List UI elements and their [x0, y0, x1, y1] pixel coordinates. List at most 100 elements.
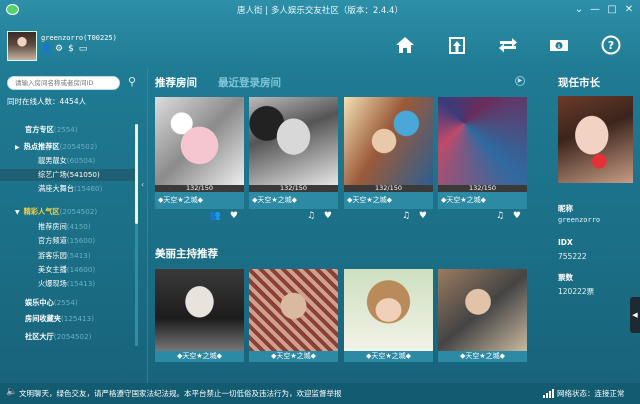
sidebar-item-count: (15600) — [66, 236, 96, 245]
sidebar-item[interactable]: 靓男靓女(60504) — [0, 155, 135, 167]
host-photo — [438, 269, 527, 351]
room-capacity: 132/150 — [438, 185, 527, 192]
host-name: ◆天空★之城◆ — [155, 351, 244, 362]
room-card[interactable]: 132/150 ◆天空★之城◆ ♫ ♥ — [438, 97, 527, 232]
username: greenzorro(T00225) — [41, 34, 117, 42]
sidebar-item[interactable]: 推荐房间(4150) — [0, 221, 135, 233]
menu-dropdown-icon[interactable]: ⌄ — [572, 4, 586, 16]
exit-room-icon[interactable] — [447, 35, 467, 55]
tab-recent-rooms[interactable]: 最近登录房间 — [218, 75, 281, 90]
sidebar-item-label: 满座大舞台 — [38, 184, 74, 193]
sidebar-item-count: (4150) — [66, 222, 91, 231]
sidebar-item[interactable]: ▼ 精彩人气区(2054502) — [0, 206, 135, 218]
host-card[interactable]: ◆天空★之城◆ — [344, 269, 433, 362]
sidebar-item-label: 官方专区 — [25, 125, 54, 134]
sidebar-item[interactable]: 美女主播(14600) — [0, 264, 135, 276]
sidebar-item-count: (5413) — [66, 251, 91, 260]
sidebar-item-count: (2054502) — [59, 142, 98, 151]
search-icon[interactable]: ⚲ — [128, 75, 140, 89]
host-photo — [344, 269, 433, 351]
sidebar-item[interactable]: 游客乐园(5413) — [0, 250, 135, 262]
tab-recommended-rooms[interactable]: 推荐房间 — [155, 75, 197, 90]
host-card[interactable]: ◆天空★之城◆ — [155, 269, 244, 362]
collapse-sidebar-icon[interactable]: ‹ — [141, 180, 149, 190]
idx-label: IDX — [558, 238, 573, 247]
room-status-icons: ♫ ♥ — [496, 211, 524, 221]
sidebar-item-label: 官方频道 — [38, 236, 67, 245]
help-icon[interactable]: ? — [601, 35, 621, 55]
room-thumbnail — [249, 97, 338, 185]
host-photo — [249, 269, 338, 351]
sidebar-divider — [147, 68, 148, 388]
sidebar-item-label: 推荐房间 — [38, 222, 67, 231]
host-photo — [155, 269, 244, 351]
sidebar-item-label: 靓男靓女 — [38, 156, 67, 165]
room-name: ◆天空★之城◆ — [344, 192, 433, 209]
svg-text:$: $ — [557, 44, 560, 50]
maximize-button[interactable]: □ — [605, 4, 619, 16]
room-capacity: 132/150 — [344, 185, 433, 192]
sidebar-item-label: 美女主播 — [38, 265, 67, 274]
sidebar-scroll-thumb[interactable] — [135, 124, 138, 224]
mayor-nickname: greenzorro — [558, 216, 601, 224]
sidebar-item-count: (14600) — [66, 265, 96, 274]
online-count: 同时在线人数：4454人 — [7, 97, 87, 106]
room-name: ◆天空★之城◆ — [438, 192, 527, 209]
settings-icon[interactable]: ⚙ — [54, 44, 64, 54]
sidebar-item[interactable]: 社区大厅(2054502) — [0, 331, 135, 343]
room-card[interactable]: 132/150 ◆天空★之城◆ 👥 ♥ — [155, 97, 244, 232]
sidebar-item-count: (60504) — [66, 156, 96, 165]
sidebar-item-label: 娱乐中心 — [25, 298, 54, 307]
minimize-button[interactable]: — — [588, 4, 602, 16]
user-icon[interactable]: 👤 — [41, 44, 52, 54]
sidebar-item[interactable]: 综艺广场(541050) — [0, 169, 135, 181]
sidebar-item-count: (541050) — [66, 170, 100, 179]
home-icon[interactable] — [395, 35, 415, 55]
room-status-icons: ♫ ♥ — [307, 211, 335, 221]
sidebar-item[interactable]: 房间收藏夹(125413) — [0, 313, 135, 325]
room-name: ◆天空★之城◆ — [155, 192, 244, 209]
coin-icon[interactable]: $ — [66, 44, 76, 54]
mayor-photo[interactable] — [558, 96, 633, 183]
sidebar-item-label: 热点推荐区 — [23, 142, 60, 151]
section-title-hosts: 美丽主持推荐 — [155, 248, 218, 260]
host-card[interactable]: ◆天空★之城◆ — [249, 269, 338, 362]
sidebar-item-count: (15460) — [73, 184, 103, 193]
nickname-label: 昵称 — [558, 204, 573, 213]
room-capacity: 132/150 — [249, 185, 338, 192]
sidebar-item[interactable]: ▶ 热点推荐区(2054502) — [0, 141, 135, 153]
avatar[interactable] — [7, 31, 37, 61]
collapsed-arrow-icon[interactable]: ▶ — [15, 144, 20, 151]
sidebar-item[interactable]: 官方专区(2554) — [0, 124, 135, 136]
host-name: ◆天空★之城◆ — [344, 351, 433, 362]
sidebar-item-label: 社区大厅 — [25, 332, 54, 341]
recharge-icon[interactable]: $ — [549, 35, 569, 55]
room-thumbnail — [344, 97, 433, 185]
signal-icon — [543, 389, 554, 398]
sidebar-item[interactable]: 娱乐中心(2554) — [0, 297, 135, 309]
room-card[interactable]: 132/150 ◆天空★之城◆ ♫ ♥ — [249, 97, 338, 232]
sidebar-item[interactable]: 火爆现场(15413) — [0, 278, 135, 290]
svg-text:?: ? — [608, 39, 614, 52]
expanded-arrow-icon[interactable]: ▼ — [15, 209, 20, 216]
network-status: 网络状态：连接正常 — [557, 389, 625, 398]
sidebar-item-count: (2054502) — [59, 207, 98, 216]
sidebar-item-count: (125413) — [60, 314, 94, 323]
room-capacity: 132/150 — [155, 185, 244, 192]
sidebar-item-count: (2054502) — [53, 332, 92, 341]
expand-panel-icon[interactable]: ◀ — [630, 297, 640, 333]
sidebar-item[interactable]: 官方频道(15600) — [0, 235, 135, 247]
close-button[interactable]: ✕ — [622, 4, 636, 16]
swap-icon[interactable] — [498, 35, 518, 55]
room-status-icons: 👥 ♥ — [209, 211, 241, 221]
next-page-icon[interactable]: ▶ — [515, 76, 525, 86]
card-icon[interactable]: ▭ — [78, 44, 88, 54]
sidebar-item-label: 游客乐园 — [38, 251, 67, 260]
sidebar-item-label: 火爆现场 — [38, 279, 67, 288]
host-card[interactable]: ◆天空★之城◆ — [438, 269, 527, 362]
sidebar-item-count: (2554) — [53, 298, 78, 307]
room-card[interactable]: 132/150 ◆天空★之城◆ ♫ ♥ — [344, 97, 433, 232]
sidebar-item[interactable]: 满座大舞台(15460) — [0, 183, 135, 195]
room-status-icons: ♫ ♥ — [402, 211, 430, 221]
room-search-input[interactable] — [8, 77, 119, 89]
